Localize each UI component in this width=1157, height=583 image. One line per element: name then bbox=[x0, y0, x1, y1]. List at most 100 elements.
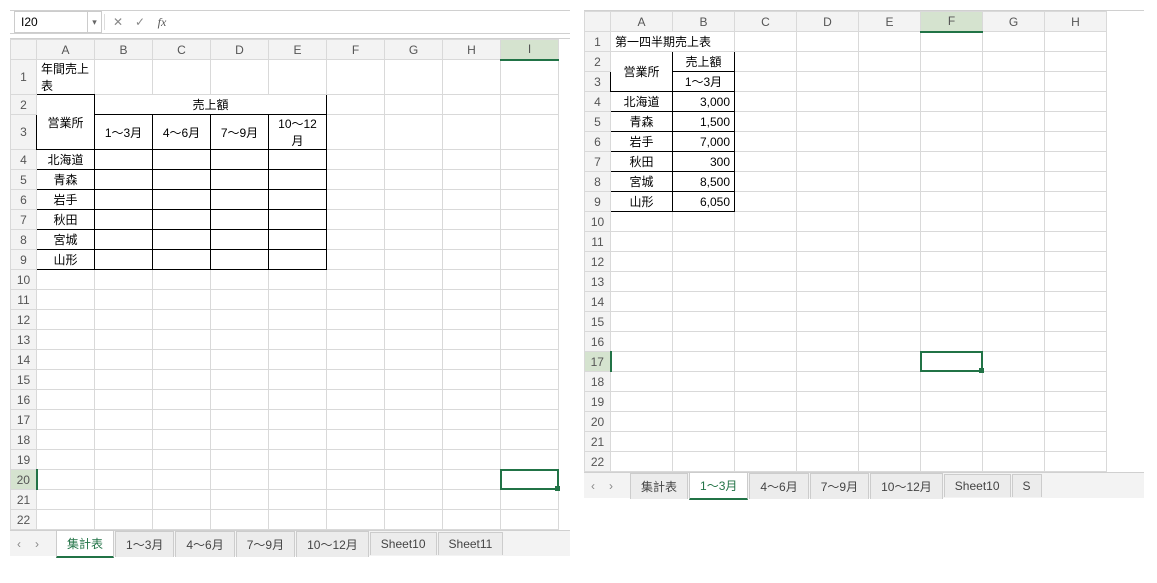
cell[interactable] bbox=[269, 190, 327, 210]
sheet-tab[interactable]: Sheet11 bbox=[438, 532, 504, 555]
col-header[interactable]: E bbox=[269, 40, 327, 60]
cell[interactable]: 1～3月 bbox=[95, 115, 153, 150]
cell[interactable]: 8,500 bbox=[673, 172, 735, 192]
cell[interactable]: 青森 bbox=[37, 170, 95, 190]
cell[interactable] bbox=[95, 370, 153, 390]
row-header[interactable]: 9 bbox=[585, 192, 611, 212]
cell[interactable] bbox=[327, 310, 385, 330]
cell[interactable] bbox=[735, 92, 797, 112]
cell[interactable] bbox=[153, 230, 211, 250]
cell[interactable] bbox=[983, 172, 1045, 192]
cell[interactable] bbox=[859, 32, 921, 52]
cell[interactable] bbox=[673, 212, 735, 232]
cell[interactable] bbox=[443, 115, 501, 150]
cell[interactable] bbox=[921, 92, 983, 112]
cell[interactable] bbox=[153, 170, 211, 190]
cell[interactable] bbox=[269, 170, 327, 190]
cell[interactable] bbox=[859, 392, 921, 412]
cell[interactable] bbox=[95, 350, 153, 370]
cell[interactable] bbox=[673, 412, 735, 432]
cell[interactable] bbox=[327, 210, 385, 230]
cell[interactable]: 第一四半期売上表 bbox=[611, 32, 735, 52]
row-header[interactable]: 14 bbox=[585, 292, 611, 312]
cell[interactable] bbox=[611, 272, 673, 292]
cell[interactable] bbox=[859, 192, 921, 212]
tab-nav-prev-icon[interactable]: ‹ bbox=[10, 537, 28, 551]
cell[interactable] bbox=[269, 270, 327, 290]
cell[interactable] bbox=[859, 232, 921, 252]
cell[interactable]: 7,000 bbox=[673, 132, 735, 152]
cell[interactable] bbox=[153, 390, 211, 410]
cell[interactable] bbox=[921, 372, 983, 392]
cell[interactable] bbox=[211, 370, 269, 390]
cell[interactable] bbox=[983, 212, 1045, 232]
cell[interactable] bbox=[327, 390, 385, 410]
tab-nav-next-icon[interactable]: › bbox=[28, 537, 46, 551]
cell[interactable] bbox=[37, 290, 95, 310]
cell[interactable] bbox=[921, 52, 983, 72]
cell[interactable] bbox=[1045, 252, 1107, 272]
cell[interactable] bbox=[859, 432, 921, 452]
cell[interactable] bbox=[859, 452, 921, 472]
cell[interactable] bbox=[211, 330, 269, 350]
cell[interactable]: 年間売上表 bbox=[37, 60, 95, 95]
select-all-cell[interactable] bbox=[11, 40, 37, 60]
row-header[interactable]: 5 bbox=[585, 112, 611, 132]
cell[interactable] bbox=[501, 60, 559, 95]
col-header[interactable]: H bbox=[1045, 12, 1107, 32]
cell[interactable] bbox=[501, 350, 559, 370]
cell[interactable] bbox=[673, 352, 735, 372]
cell[interactable] bbox=[95, 230, 153, 250]
row-header[interactable]: 12 bbox=[585, 252, 611, 272]
cell[interactable]: 1,500 bbox=[673, 112, 735, 132]
cell[interactable] bbox=[735, 112, 797, 132]
cell[interactable] bbox=[1045, 92, 1107, 112]
cell[interactable] bbox=[153, 410, 211, 430]
cell[interactable] bbox=[1045, 412, 1107, 432]
cell[interactable] bbox=[37, 510, 95, 530]
cell[interactable] bbox=[797, 72, 859, 92]
cell[interactable] bbox=[1045, 272, 1107, 292]
cell[interactable] bbox=[1045, 72, 1107, 92]
cell[interactable] bbox=[1045, 452, 1107, 472]
cell[interactable] bbox=[859, 372, 921, 392]
cell[interactable] bbox=[797, 372, 859, 392]
cell[interactable] bbox=[921, 312, 983, 332]
cell[interactable] bbox=[95, 150, 153, 170]
select-all-cell[interactable] bbox=[585, 12, 611, 32]
cell[interactable] bbox=[501, 115, 559, 150]
cell[interactable] bbox=[37, 430, 95, 450]
cell[interactable] bbox=[921, 212, 983, 232]
row-header[interactable]: 16 bbox=[11, 390, 37, 410]
cell[interactable] bbox=[443, 510, 501, 530]
cell[interactable] bbox=[735, 392, 797, 412]
cell[interactable] bbox=[797, 32, 859, 52]
row-header[interactable]: 18 bbox=[11, 430, 37, 450]
row-header[interactable]: 19 bbox=[585, 392, 611, 412]
tab-nav-prev-icon[interactable]: ‹ bbox=[584, 479, 602, 493]
sheet-tab[interactable]: Sheet10 bbox=[944, 474, 1011, 497]
cell[interactable]: 北海道 bbox=[37, 150, 95, 170]
cell[interactable] bbox=[735, 172, 797, 192]
cell[interactable] bbox=[797, 132, 859, 152]
cell[interactable] bbox=[735, 312, 797, 332]
col-header[interactable]: A bbox=[37, 40, 95, 60]
cell[interactable] bbox=[921, 412, 983, 432]
cell[interactable] bbox=[269, 470, 327, 490]
cell[interactable] bbox=[859, 72, 921, 92]
cell[interactable] bbox=[443, 210, 501, 230]
row-header[interactable]: 15 bbox=[585, 312, 611, 332]
enter-icon[interactable]: ✓ bbox=[129, 15, 151, 29]
row-header[interactable]: 5 bbox=[11, 170, 37, 190]
cell[interactable] bbox=[859, 252, 921, 272]
cell[interactable] bbox=[443, 410, 501, 430]
cell[interactable] bbox=[1045, 352, 1107, 372]
row-header[interactable]: 6 bbox=[585, 132, 611, 152]
col-header[interactable]: D bbox=[797, 12, 859, 32]
cell[interactable] bbox=[95, 450, 153, 470]
cell[interactable] bbox=[735, 192, 797, 212]
cell[interactable] bbox=[37, 270, 95, 290]
row-header[interactable]: 19 bbox=[11, 450, 37, 470]
cell[interactable] bbox=[501, 510, 559, 530]
formula-input[interactable] bbox=[173, 20, 570, 24]
